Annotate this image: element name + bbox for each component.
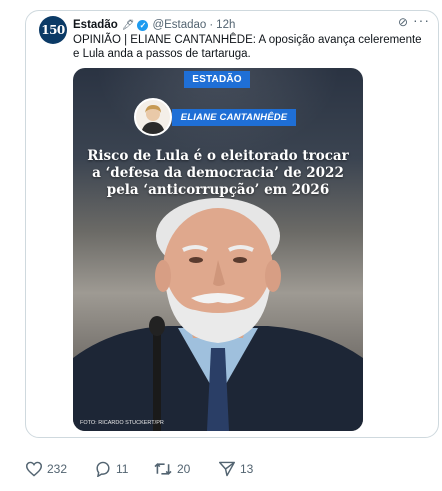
reply-button[interactable]: 11 <box>94 461 153 477</box>
photo-credit: FOTO: RICARDO STUCKERT/PR <box>80 420 164 426</box>
share-count: 13 <box>240 462 254 476</box>
grok-icon[interactable]: ⊘ <box>398 15 408 29</box>
tweet-media-image[interactable]: ESTADÃO ELIANE CANTANHÊDE Risco de Lula … <box>73 68 363 431</box>
share-button[interactable]: 13 <box>218 461 253 477</box>
lula-photo <box>73 198 363 431</box>
reply-icon <box>96 461 110 477</box>
estadao-brand-label: ESTADÃO <box>184 71 250 88</box>
verified-badge-icon: ✓ <box>137 19 149 31</box>
repost-button[interactable]: 20 <box>153 461 218 477</box>
author-photo <box>134 98 172 136</box>
author-handle[interactable]: @Estadao <box>152 19 206 31</box>
like-button[interactable]: 232 <box>25 461 94 477</box>
tweet-card[interactable]: 150 Estadão 🖋 ✓ @Estadao · 12h ⊘ ··· OPI… <box>25 10 439 438</box>
like-count: 232 <box>47 462 68 476</box>
separator: · <box>209 19 214 31</box>
heart-icon <box>25 461 43 477</box>
author-name[interactable]: Estadão <box>73 19 118 31</box>
tweet-actions: 232 11 20 13 <box>25 461 253 477</box>
more-icon[interactable]: ··· <box>413 12 430 28</box>
reply-count: 11 <box>116 462 129 476</box>
tweet-text: OPINIÃO | ELIANE CANTANHÊDE: A oposição … <box>73 34 422 60</box>
media-headline: Risco de Lula é o eleitorado trocar a ‘d… <box>87 148 349 198</box>
pen-icon: 🖋 <box>121 19 135 31</box>
repost-icon <box>154 463 172 475</box>
repost-count: 20 <box>177 462 191 476</box>
tweet-time[interactable]: 12h <box>216 19 235 31</box>
tweet-header: Estadão 🖋 ✓ @Estadao · 12h <box>73 17 235 33</box>
author-label: ELIANE CANTANHÊDE <box>172 109 296 126</box>
send-icon <box>219 461 235 477</box>
author-avatar[interactable]: 150 <box>39 16 67 44</box>
